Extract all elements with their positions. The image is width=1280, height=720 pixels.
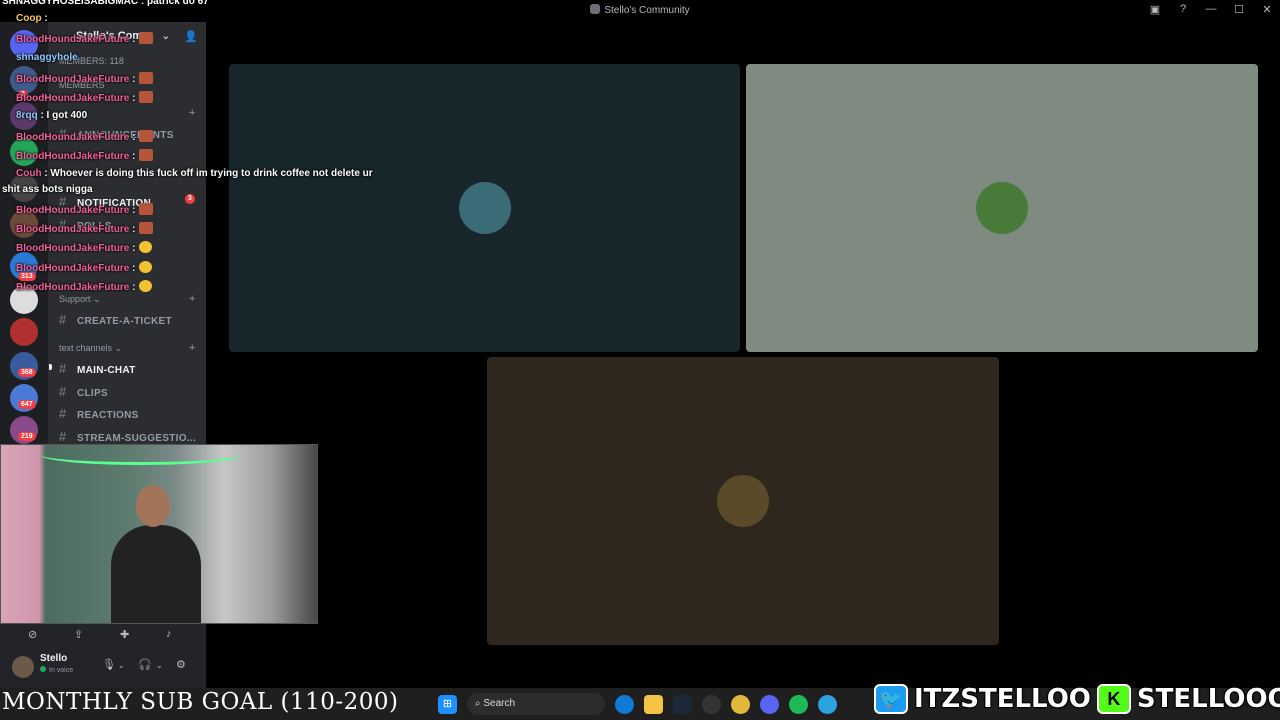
steam-icon[interactable] (673, 694, 692, 714)
voice-call-grid (206, 22, 1280, 688)
edge-icon[interactable] (615, 694, 634, 714)
microphone-icon[interactable]: 🎙 (102, 658, 116, 671)
headphones-icon[interactable]: 🎧 (138, 658, 152, 671)
sub-goal-overlay: MONTHLY SUB GOAL (110-200) (2, 689, 399, 715)
status-dot (40, 666, 46, 672)
participant-avatar (458, 182, 511, 234)
participant-tile[interactable] (487, 357, 999, 645)
voice-controls: ⊘ ⇪ ✚ ♪ (0, 624, 206, 648)
window-controls: ▣ ? — ☐ ✕ (1148, 3, 1274, 16)
taskbar-icons: ⊞ ⌕ Search (438, 693, 837, 715)
server-icon[interactable] (10, 102, 38, 130)
gear-icon[interactable]: ⚙ (176, 658, 186, 671)
channel-announcements[interactable]: # ANNOUNCEMENTS (59, 126, 174, 144)
hash-icon: # (59, 429, 67, 444)
chevron-down-icon[interactable]: ⌄ (156, 661, 163, 670)
hash-icon: # (59, 126, 67, 141)
webcam-feed (0, 444, 318, 624)
soundboard-icon[interactable]: ♪ (166, 628, 172, 640)
twitter-icon: 🐦 (874, 684, 908, 714)
home-icon[interactable] (10, 30, 38, 58)
unread-badge: 313 (18, 272, 36, 281)
hash-icon: # (59, 217, 67, 232)
unread-badge: 2 (18, 90, 28, 99)
kick-icon: K (1096, 684, 1131, 714)
hash-icon: # (59, 384, 67, 399)
maximize-button[interactable]: ☐ (1232, 3, 1246, 16)
participant-tile[interactable] (746, 64, 1258, 352)
participant-tile[interactable] (229, 64, 740, 352)
help-icon[interactable]: ? (1176, 3, 1190, 16)
close-button[interactable]: ✕ (1260, 3, 1274, 16)
unread-badge: 219 (18, 432, 36, 441)
participant-avatar (976, 182, 1028, 234)
chevron-down-icon[interactable]: ⌄ (162, 31, 170, 42)
app-icon[interactable] (702, 694, 721, 714)
channel-notification[interactable]: # NOTIFICATION 3 (59, 194, 195, 212)
channel-main-chat[interactable]: # MAIN-CHAT (59, 361, 136, 379)
user-panel: Stello In voice 🎙 ⌄ 🎧 ⌄ ⚙ (0, 648, 206, 688)
twitter-handle: ITZSTELLOO (913, 683, 1092, 715)
unread-badge: 368 (18, 368, 36, 377)
neon-light (41, 445, 241, 465)
invite-icon[interactable]: 👤 (184, 30, 198, 43)
add-channel-icon[interactable]: + (189, 107, 195, 119)
server-icon[interactable] (10, 174, 38, 202)
category-support[interactable]: Support ⌄ + (59, 293, 195, 305)
channel-create-a-ticket[interactable]: # CREATE-A-TICKET (59, 312, 172, 330)
taskbar-search[interactable]: ⌕ Search (467, 693, 605, 715)
kick-handle: STELLOOO (1136, 683, 1280, 715)
telegram-icon[interactable] (818, 694, 837, 714)
server-icon (590, 4, 601, 14)
participant-avatar (717, 475, 769, 527)
server-icon[interactable] (10, 286, 38, 314)
add-server-icon[interactable] (10, 138, 38, 166)
hash-icon: # (59, 194, 67, 209)
windows-start-icon[interactable]: ⊞ (438, 694, 457, 714)
inbox-icon[interactable]: ▣ (1148, 3, 1162, 16)
channel-clips[interactable]: # CLIPS (59, 384, 108, 402)
spotify-icon[interactable] (789, 694, 808, 714)
activity-icon[interactable]: ✚ (120, 628, 129, 641)
title-bar: Stello's Community ▣ ? — ☐ ✕ (0, 0, 1280, 22)
unread-indicator (49, 364, 52, 370)
unread-badge: 647 (18, 400, 36, 409)
category-members: MEMBERS (59, 80, 105, 90)
streamer-body (111, 525, 201, 623)
social-overlay: 🐦 ITZSTELLOO K STELLOOO (874, 682, 1280, 716)
mention-badge: 3 (185, 194, 195, 204)
hash-icon: # (59, 361, 67, 376)
member-count: MEMBERS: 118 (59, 56, 124, 66)
file-explorer-icon[interactable] (644, 694, 663, 714)
username: Stello (40, 653, 68, 664)
hash-icon: # (59, 406, 67, 421)
streamer-head (136, 485, 170, 527)
camera-icon[interactable]: ⊘ (28, 628, 37, 641)
window-title: Stello's Community (0, 4, 1280, 16)
discord-icon[interactable] (760, 694, 779, 714)
user-status: In voice (40, 666, 73, 674)
minimize-button[interactable]: — (1204, 3, 1218, 16)
server-icon[interactable] (10, 318, 38, 346)
screen-share-icon[interactable]: ⇪ (74, 628, 83, 641)
add-channel-icon[interactable]: + (189, 342, 195, 354)
category-text-channels[interactable]: text channels ⌄ + (59, 342, 195, 354)
add-channel-icon[interactable]: + (189, 293, 195, 305)
hash-icon: # (59, 312, 67, 327)
chrome-icon[interactable] (731, 694, 750, 714)
avatar[interactable] (12, 656, 34, 678)
server-header[interactable]: Stello's Comm ⌄ 👤 (48, 30, 206, 48)
server-icon[interactable] (10, 210, 38, 238)
channel-reactions[interactable]: # REACTIONS (59, 406, 139, 424)
channel-polls[interactable]: # POLLS (59, 217, 112, 235)
chevron-down-icon[interactable]: ⌄ (118, 661, 125, 670)
